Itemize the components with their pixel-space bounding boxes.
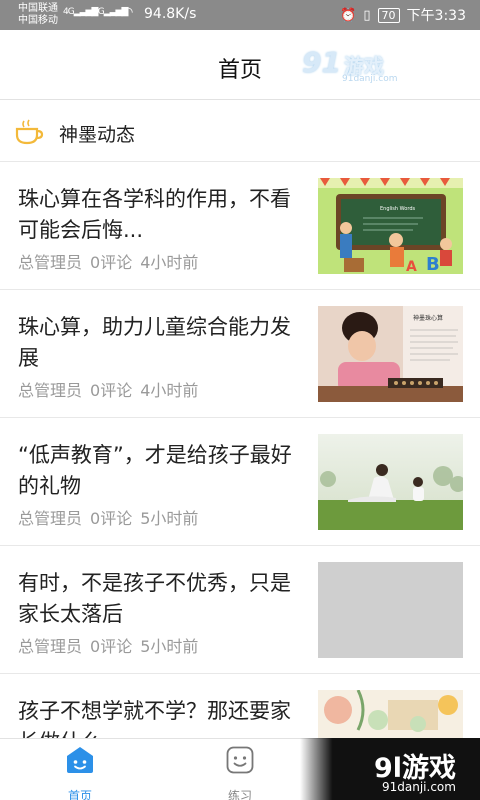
- signal-1-type: 4G: [63, 7, 75, 17]
- tab-home-label: 首页: [67, 789, 92, 800]
- girl-abacus-image: 神墨珠心算: [318, 306, 463, 402]
- news-title[interactable]: “低声教育”，才是给孩子最好的礼物: [18, 440, 308, 502]
- page-title: 首页: [217, 58, 262, 83]
- news-item[interactable]: 有时，不是孩子不优秀，只是家长太落后 总管理员 0评论 5小时前: [0, 546, 480, 674]
- news-comments: 0评论: [90, 509, 133, 528]
- news-author: 总管理员: [18, 253, 83, 272]
- news-time: 5小时前: [140, 509, 199, 528]
- wifi-icon: ◠: [122, 5, 134, 20]
- bottom-watermark: 9l游戏 91danji.com: [300, 738, 480, 800]
- news-author: 总管理员: [18, 637, 83, 656]
- news-thumbnail[interactable]: English Words B A: [318, 178, 463, 274]
- news-author: 总管理员: [18, 381, 83, 400]
- status-bar: 中国联通 中国移动 4G▂▃▅▇ 2G▂▃▅▇ ◠ 94.8K/s ⏰ ▯ 70…: [0, 0, 480, 30]
- news-meta: 总管理员 0评论 4小时前: [18, 377, 206, 401]
- carrier-2: 中国移动: [18, 15, 58, 26]
- news-item[interactable]: “低声教育”，才是给孩子最好的礼物 总管理员 0评论 5小时前: [0, 418, 480, 546]
- vibrate-icon: ▯: [363, 7, 371, 23]
- app-header: 首页 91 游戏 91danji.com: [0, 30, 480, 100]
- news-meta: 总管理员 0评论 5小时前: [18, 633, 206, 657]
- coffee-cup-icon: [15, 119, 44, 145]
- svg-text:B: B: [426, 254, 440, 274]
- mother-child-grass-image: [318, 434, 463, 530]
- signal-2-type: 2G: [93, 7, 105, 17]
- section-header: 神墨动态: [0, 101, 480, 162]
- news-comments: 0评论: [90, 381, 133, 400]
- news-thumbnail[interactable]: [318, 434, 463, 530]
- tab-practice-label: 练习: [227, 789, 252, 800]
- watermark-number: 91: [302, 46, 341, 79]
- news-title[interactable]: 珠心算，助力儿童综合能力发展: [18, 312, 308, 374]
- news-title[interactable]: 珠心算在各学科的作用，不看可能会后悔...: [18, 184, 308, 246]
- news-item[interactable]: 珠心算在各学科的作用，不看可能会后悔... 总管理员 0评论 4小时前 Englis…: [0, 162, 480, 290]
- news-meta: 总管理员 0评论 4小时前: [18, 249, 206, 273]
- board-text: English Words: [380, 206, 415, 212]
- battery-level: 70: [377, 7, 400, 23]
- news-time: 5小时前: [140, 637, 199, 656]
- news-time: 4小时前: [140, 381, 199, 400]
- carrier-names: 中国联通 中国移动: [18, 3, 58, 27]
- practice-face-icon: [226, 746, 254, 774]
- news-time: 4小时前: [140, 253, 199, 272]
- tab-home[interactable]: 首页: [40, 745, 120, 800]
- classroom-cartoon-image: English Words B A: [318, 178, 463, 274]
- tab-practice[interactable]: 练习: [200, 745, 280, 800]
- home-face-icon: [67, 747, 93, 773]
- news-thumbnail[interactable]: 神墨珠心算: [318, 306, 463, 402]
- status-time: 下午3:33: [406, 8, 466, 24]
- alarm-clock-icon: ⏰: [340, 7, 357, 23]
- news-comments: 0评论: [90, 253, 133, 272]
- bottom-watermark-url: 91danji.com: [382, 780, 456, 794]
- news-meta: 总管理员 0评论 5小时前: [18, 505, 206, 529]
- section-title: 神墨动态: [59, 124, 136, 146]
- abacus-brand-text: 神墨珠心算: [413, 314, 443, 322]
- svg-text:A: A: [406, 259, 417, 274]
- news-author: 总管理员: [18, 509, 83, 528]
- watermark-logo: 91 游戏 91danji.com: [302, 46, 398, 86]
- carrier-1: 中国联通: [18, 3, 58, 14]
- news-thumbnail-placeholder[interactable]: [318, 562, 463, 658]
- news-item[interactable]: 珠心算，助力儿童综合能力发展 总管理员 0评论 4小时前 神墨珠心算: [0, 290, 480, 418]
- network-speed: 94.8K/s: [144, 6, 197, 22]
- watermark-url: 91danji.com: [342, 74, 398, 84]
- news-title[interactable]: 有时，不是孩子不优秀，只是家长太落后: [18, 568, 308, 630]
- news-comments: 0评论: [90, 637, 133, 656]
